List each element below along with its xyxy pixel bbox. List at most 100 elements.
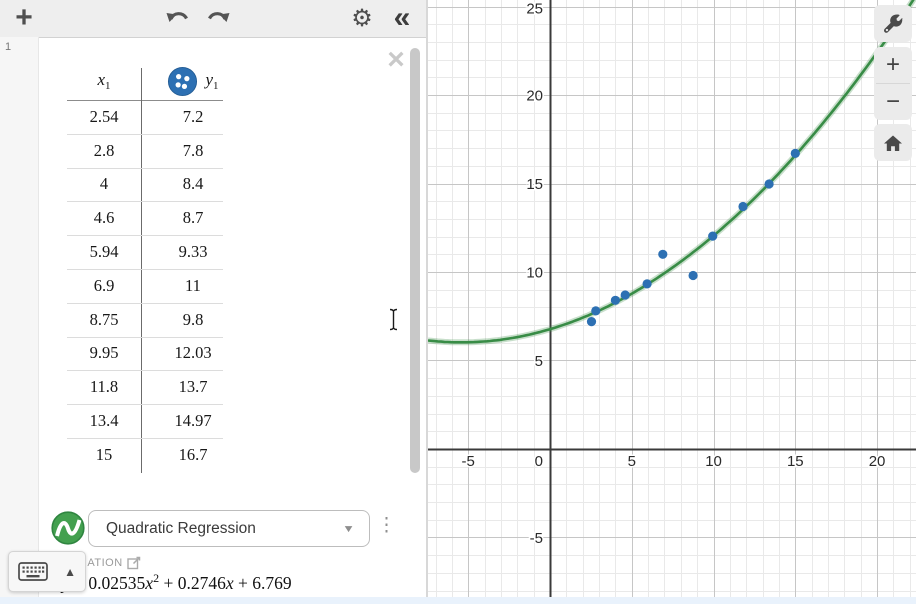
- points-style-icon[interactable]: [167, 66, 198, 97]
- table-row-divider: [67, 201, 223, 202]
- expression-index: 1: [5, 41, 11, 53]
- table-cell[interactable]: 9.33: [141, 242, 245, 262]
- table-cell[interactable]: 11: [141, 276, 245, 296]
- table-row: 2.547.2: [67, 100, 245, 134]
- table-row: 1516.7: [67, 438, 245, 472]
- table-cell[interactable]: 11.8: [67, 377, 141, 397]
- table-cell[interactable]: 4.6: [67, 208, 141, 228]
- double-chevron-left-icon: «: [394, 1, 411, 35]
- tick-label: 20: [869, 453, 886, 470]
- redo-icon: [205, 8, 231, 28]
- table-row-divider: [67, 269, 223, 270]
- data-point[interactable]: [689, 271, 698, 280]
- column-header-y[interactable]: y1: [141, 66, 245, 97]
- table-row-divider: [67, 337, 223, 338]
- settings-button[interactable]: ⚙: [345, 0, 379, 36]
- table-cell[interactable]: 5.94: [67, 242, 141, 262]
- tick-label: 0: [535, 453, 543, 470]
- table-row: 11.813.7: [67, 370, 245, 404]
- column-header-x[interactable]: x1: [67, 70, 141, 92]
- table-cell[interactable]: 8.4: [141, 174, 245, 194]
- table-cell[interactable]: 8.75: [67, 310, 141, 330]
- graph-paper[interactable]: -505101520-5510152025: [428, 0, 916, 604]
- data-point[interactable]: [643, 279, 652, 288]
- redo-button[interactable]: [200, 0, 236, 36]
- data-point[interactable]: [621, 290, 630, 299]
- undo-icon: [165, 8, 191, 28]
- table-row: 13.414.97: [67, 404, 245, 438]
- table-cell[interactable]: 14.97: [141, 411, 245, 431]
- wrench-icon: [884, 14, 903, 33]
- table-header-rule: [67, 100, 223, 101]
- zoom-in-button[interactable]: +: [874, 47, 912, 83]
- table-row: 2.87.8: [67, 134, 245, 168]
- table-cell[interactable]: 2.54: [67, 107, 141, 127]
- collapse-panel-button[interactable]: «: [385, 0, 419, 42]
- regression-equation: y = 0.02535x2 + 0.2746x + 6.769: [62, 571, 292, 594]
- table-cell[interactable]: 16.7: [141, 445, 245, 465]
- expression-toolbar: + ⚙ «: [0, 0, 426, 38]
- panel-scrollbar[interactable]: [410, 48, 420, 473]
- table-body: 2.547.22.87.848.44.68.75.949.336.9118.75…: [67, 100, 245, 472]
- data-point[interactable]: [791, 149, 800, 158]
- table-row: 8.759.8: [67, 303, 245, 337]
- default-viewport-button[interactable]: [874, 124, 912, 161]
- desmos-calculator: -505101520-5510152025 + ⚙: [0, 0, 916, 604]
- bottom-edge-strip: [0, 597, 916, 604]
- tick-label: 20: [526, 88, 543, 105]
- table-row-divider: [67, 168, 223, 169]
- data-point[interactable]: [765, 179, 774, 188]
- delete-expression-button[interactable]: ×: [381, 46, 411, 76]
- keyboard-icon: [18, 561, 48, 582]
- tick-label: 25: [526, 1, 543, 18]
- table-row-divider: [67, 134, 223, 135]
- regression-type-value: Quadratic Regression: [106, 511, 256, 546]
- table-cell[interactable]: 4: [67, 174, 141, 194]
- add-expression-button[interactable]: +: [6, 0, 42, 36]
- graph-settings-button[interactable]: [874, 5, 912, 42]
- undo-button[interactable]: [160, 0, 196, 36]
- tick-label: -5: [462, 453, 475, 470]
- axis-labels: -505101520-5510152025: [462, 1, 886, 547]
- zoom-out-button[interactable]: −: [874, 84, 912, 120]
- table-cell[interactable]: 9.95: [67, 343, 141, 363]
- table-cell[interactable]: 13.7: [141, 377, 245, 397]
- table-cell[interactable]: 6.9: [67, 276, 141, 296]
- regression-options-menu-button[interactable]: ⋮: [377, 515, 396, 537]
- data-point[interactable]: [587, 317, 596, 326]
- table-row-divider: [67, 370, 223, 371]
- table-cell[interactable]: 7.8: [141, 141, 245, 161]
- expression-gutter: [0, 37, 39, 597]
- data-point[interactable]: [658, 250, 667, 259]
- expression-panel: + ⚙ « 1: [0, 0, 428, 604]
- table-cell[interactable]: 13.4: [67, 411, 141, 431]
- tick-label: 15: [526, 176, 543, 193]
- chevron-down-icon: ▼: [342, 515, 355, 543]
- table-row-divider: [67, 235, 223, 236]
- tick-label: 5: [628, 453, 636, 470]
- table-row-divider: [67, 404, 223, 405]
- table-row-divider: [67, 303, 223, 304]
- table-row: 9.9512.03: [67, 337, 245, 371]
- regression-type-dropdown[interactable]: Quadratic Regression ▼: [88, 510, 370, 547]
- table-row: 48.4: [67, 168, 245, 202]
- data-point[interactable]: [611, 296, 620, 305]
- data-point[interactable]: [738, 202, 747, 211]
- table-cell[interactable]: 8.7: [141, 208, 245, 228]
- table-row: 5.949.33: [67, 235, 245, 269]
- data-point[interactable]: [708, 232, 717, 241]
- table-cell[interactable]: 2.8: [67, 141, 141, 161]
- table-cell[interactable]: 7.2: [141, 107, 245, 127]
- copy-equation-icon[interactable]: [127, 556, 141, 570]
- keyboard-toggle[interactable]: ▲: [8, 551, 86, 592]
- table-row: 6.911: [67, 269, 245, 303]
- table-cell[interactable]: 9.8: [141, 310, 245, 330]
- table-header: x1 y1: [67, 62, 245, 100]
- tick-label: 10: [705, 453, 722, 470]
- regression-curve-icon[interactable]: [51, 511, 85, 545]
- table-cell[interactable]: 15: [67, 445, 141, 465]
- table-cell[interactable]: 12.03: [141, 343, 245, 363]
- text-cursor: [388, 308, 399, 331]
- minor-gridlines: [428, 0, 916, 604]
- data-point[interactable]: [591, 306, 600, 315]
